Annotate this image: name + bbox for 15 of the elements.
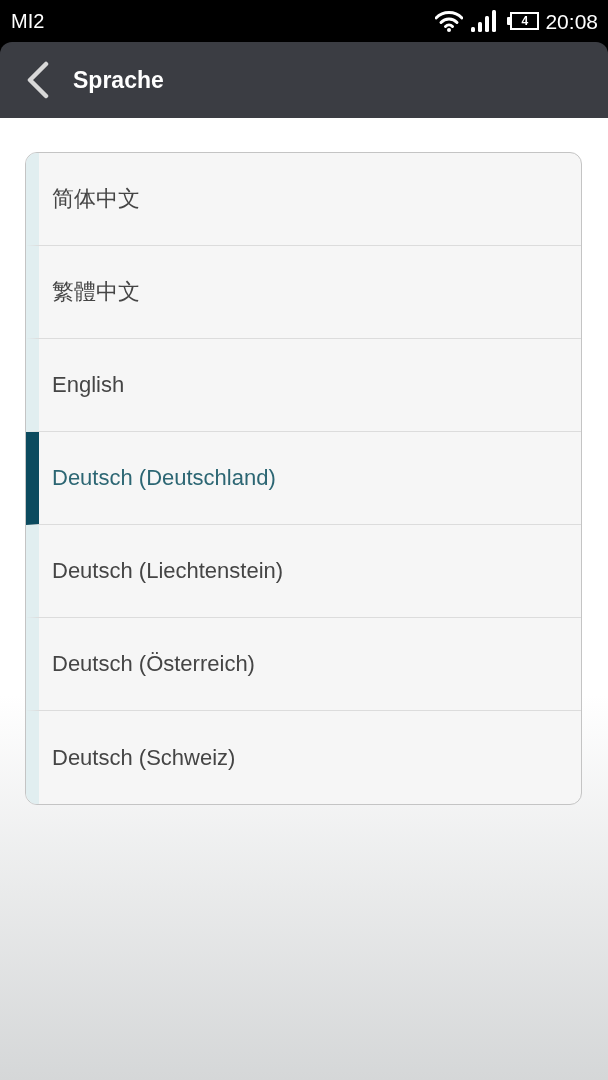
language-option[interactable]: 简体中文	[26, 153, 581, 246]
wifi-icon	[435, 10, 464, 32]
language-option[interactable]: Deutsch (Deutschland)	[26, 432, 581, 525]
language-option[interactable]: English	[26, 339, 581, 432]
language-option[interactable]: 繁體中文	[26, 246, 581, 339]
language-option[interactable]: Deutsch (Liechtenstein)	[26, 525, 581, 618]
language-option[interactable]: Deutsch (Österreich)	[26, 618, 581, 711]
signal-icon	[471, 10, 498, 32]
back-chevron-icon	[26, 61, 50, 99]
battery-level-text: 4	[521, 15, 529, 27]
language-option[interactable]: Deutsch (Schweiz)	[26, 711, 581, 804]
page-title: Sprache	[73, 68, 164, 92]
carrier-name: MI2	[11, 11, 45, 31]
back-button[interactable]	[25, 60, 51, 100]
clock-time: 20:08	[545, 10, 598, 32]
